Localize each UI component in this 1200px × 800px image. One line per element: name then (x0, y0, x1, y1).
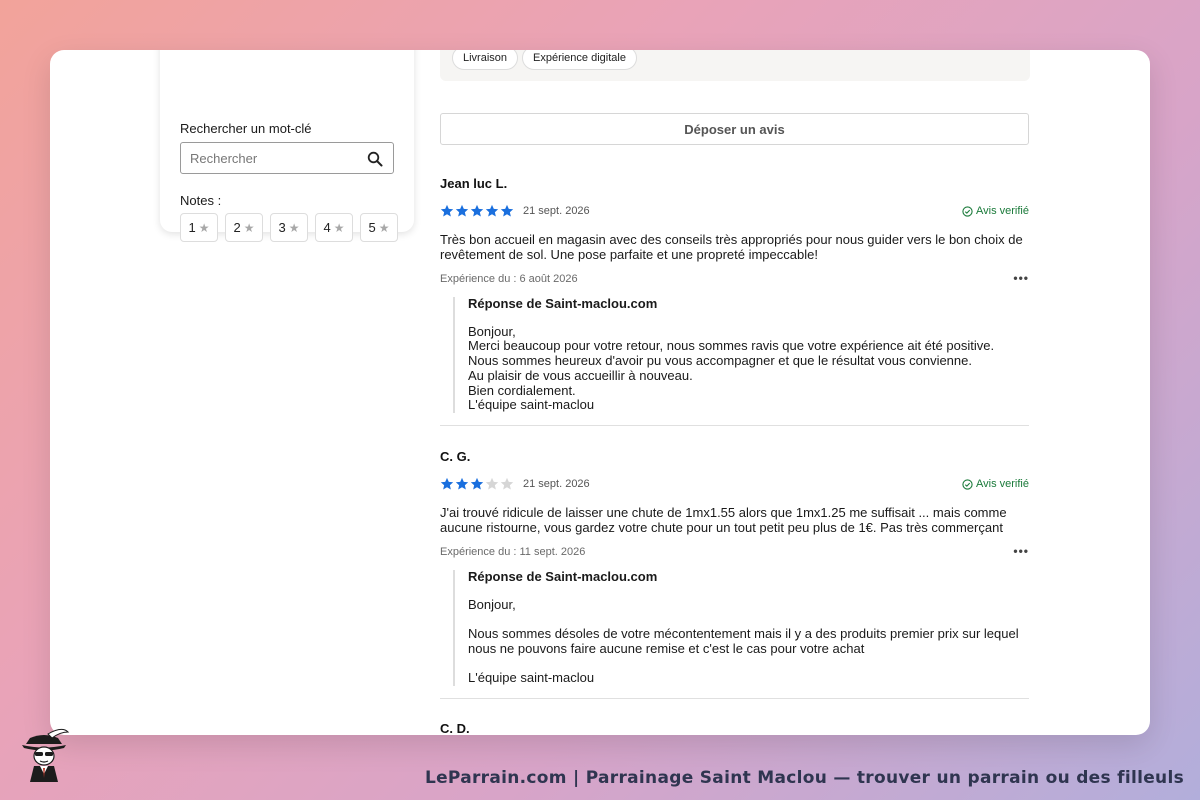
notes-label: Notes : (180, 193, 222, 208)
star-filled-icon (440, 204, 454, 217)
divider (440, 697, 1029, 699)
reviewer-name: C. D. (440, 721, 470, 735)
rating-filters: 1 ★ 2 ★ 3 ★ 4 ★ 5 ★ (180, 213, 398, 242)
verified-label: Avis verifié (976, 478, 1029, 490)
star-filled-icon (440, 477, 454, 490)
star-icon: ★ (243, 220, 255, 235)
footer-caption: LeParrain.com | Parrainage Saint Maclou … (424, 768, 1184, 788)
check-circle-icon (962, 478, 973, 490)
rating-filter-2[interactable]: 2 ★ (225, 213, 263, 242)
reviewer-name: C. G. (440, 449, 471, 464)
reviews-window: Rechercher un mot-clé Notes : 1★ 2★ 3★ 4… (50, 50, 1150, 735)
search-input[interactable] (190, 143, 360, 173)
ellipsis-icon[interactable]: ••• (1013, 544, 1029, 558)
rating-filter-3[interactable]: 3 ★ (270, 213, 308, 242)
filter-card: Rechercher un mot-clé Notes : 1★ 2★ 3★ 4… (160, 50, 414, 242)
reviewer-name: Jean luc L. (440, 176, 508, 191)
review-card: C. D. (440, 721, 1029, 735)
rating-filter-value: 5 (368, 220, 376, 235)
rating-filter-value: 2 (233, 220, 241, 235)
star-icon: ★ (198, 220, 210, 235)
star-rating (440, 204, 514, 218)
review-text: J'ai trouvé ridicule de laisser une chut… (440, 505, 1007, 535)
rating-filter-1[interactable]: 1 ★ (180, 213, 218, 242)
review-card: C. G. 21 sept. 2026 Avis verifié J'ai tr… (440, 449, 1029, 699)
experience-date: Expérience du : 6 août 2026 (440, 273, 578, 285)
rating-filter-5[interactable]: 5 ★ (360, 213, 398, 242)
reply-body: Bonjour, Merci beaucoup pour votre retou… (468, 323, 995, 413)
deposit-review-button[interactable]: Déposer un avis (440, 113, 1029, 145)
star-filled-icon (455, 204, 469, 217)
review-text: Très bon accueil en magasin avec des con… (440, 232, 1023, 262)
star-filled-icon (485, 204, 499, 217)
reply-title: Réponse de Saint-maclou.com (468, 296, 658, 311)
topic-chip-experience-digitale[interactable]: Expérience digitale (522, 50, 637, 70)
verified-badge: Avis verifié (962, 478, 1029, 490)
star-filled-icon (455, 477, 469, 490)
divider (440, 424, 1029, 426)
review-date: 21 sept. 2026 (523, 205, 590, 217)
rating-filter-value: 1 (188, 220, 196, 235)
rating-filter-value: 4 (323, 220, 331, 235)
review-date: 21 sept. 2026 (523, 478, 590, 490)
check-circle-icon (962, 205, 973, 217)
verified-label: Avis verifié (976, 205, 1029, 217)
star-icon: ★ (288, 220, 300, 235)
reply-title: Réponse de Saint-maclou.com (468, 569, 658, 584)
reply-body: Bonjour, Nous sommes désoles de votre mé… (468, 596, 1019, 686)
star-filled-icon (500, 204, 514, 217)
mascot-logo (22, 728, 70, 782)
company-reply: Réponse de Saint-maclou.com Bonjour, Mer… (453, 296, 1029, 413)
star-icon: ★ (378, 220, 390, 235)
topic-chip-livraison[interactable]: Livraison (452, 50, 519, 70)
rating-filter-4[interactable]: 4 ★ (315, 213, 353, 242)
verified-badge: Avis verifié (962, 205, 1029, 217)
company-reply: Réponse de Saint-maclou.com Bonjour, Nou… (453, 569, 1029, 686)
experience-date: Expérience du : 11 sept. 2026 (440, 546, 586, 558)
star-empty-icon (500, 477, 514, 490)
star-filled-icon (470, 477, 484, 490)
search-box (180, 142, 394, 174)
star-icon: ★ (333, 220, 345, 235)
topics-panel: Livraison Expérience digitale (440, 50, 1030, 81)
search-icon[interactable] (367, 151, 383, 167)
review-card: Jean luc L. 21 sept. 2026 Avis verifié T… (440, 176, 1029, 426)
star-empty-icon (485, 477, 499, 490)
star-rating (440, 477, 514, 491)
ellipsis-icon[interactable]: ••• (1013, 271, 1029, 285)
search-label: Rechercher un mot-clé (180, 121, 312, 136)
star-filled-icon (470, 204, 484, 217)
rating-filter-value: 3 (278, 220, 286, 235)
